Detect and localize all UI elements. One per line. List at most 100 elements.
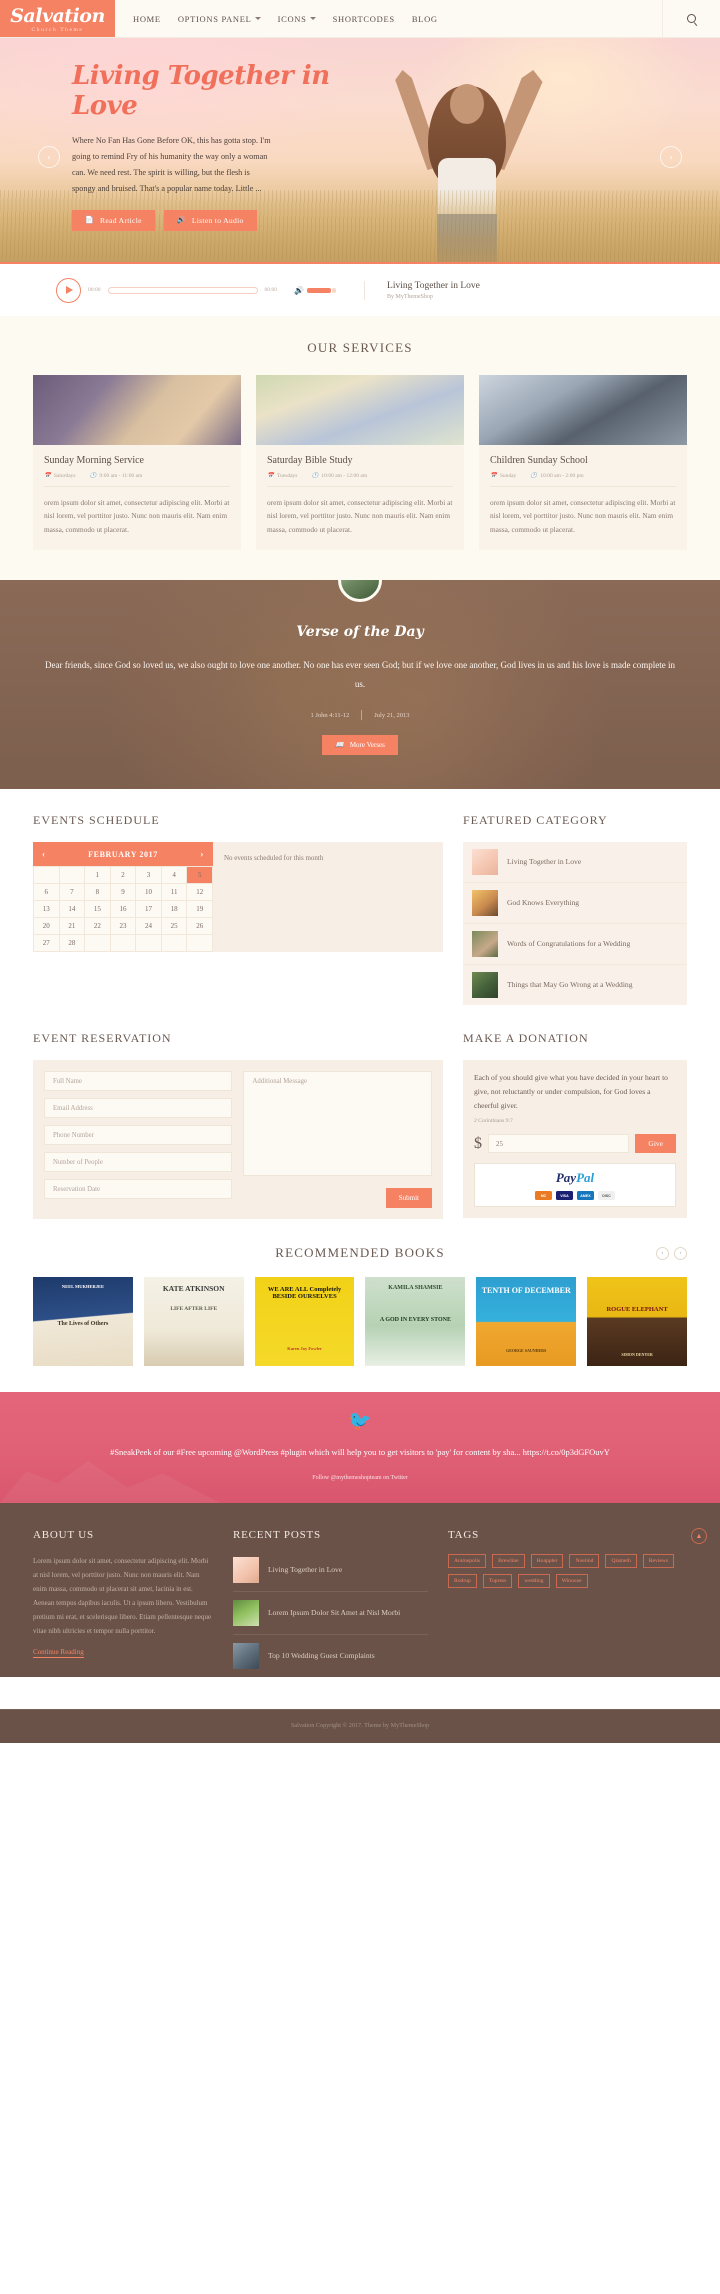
list-item[interactable]: Things that May Go Wrong at a Wedding xyxy=(463,965,687,1005)
calendar-day-cell[interactable]: 10 xyxy=(135,883,162,902)
calendar-day-cell[interactable]: 14 xyxy=(58,900,86,919)
tag-item[interactable]: wedding xyxy=(518,1573,550,1588)
calendar-day-cell[interactable]: 11 xyxy=(160,883,188,902)
calendar-day-cell[interactable]: 25 xyxy=(160,917,188,936)
calendar-day-cell[interactable]: 15 xyxy=(84,900,111,919)
list-item[interactable]: Living Together in Love xyxy=(233,1549,428,1592)
calendar-day-cell[interactable]: 18 xyxy=(160,900,188,919)
service-image xyxy=(479,375,687,445)
site-logo[interactable]: Salvation Church Theme xyxy=(0,0,115,37)
book-author: KAMILA SHAMSIE xyxy=(388,1285,443,1292)
email-field[interactable]: Email Address xyxy=(44,1098,233,1119)
list-item[interactable]: Living Together in Love xyxy=(462,842,687,884)
calendar-day-cell[interactable]: 7 xyxy=(58,883,86,902)
calendar-day-cell[interactable]: 28 xyxy=(58,934,86,953)
calendar-day-cell[interactable]: 20 xyxy=(33,917,60,936)
calendar-day-cell[interactable]: 12 xyxy=(186,883,213,902)
nav-item-blog[interactable]: BLOG xyxy=(412,14,438,24)
volume-slider[interactable] xyxy=(307,287,332,293)
reservation-date-field[interactable]: Reservation Date xyxy=(44,1179,233,1200)
tag-item[interactable]: Rodrup xyxy=(448,1573,477,1588)
calendar-day-cell[interactable]: 8 xyxy=(84,883,111,902)
book-cover[interactable]: The Lives of Others NEEL MUKHERJEE xyxy=(33,1277,133,1367)
hero-prev-button[interactable]: ‹ xyxy=(38,146,60,168)
additional-message-field[interactable]: Additional Message xyxy=(243,1071,432,1177)
number-of-people-field[interactable]: Number of People xyxy=(44,1152,233,1173)
hero-next-button[interactable]: › xyxy=(660,146,682,168)
books-prev-button[interactable]: ‹ xyxy=(656,1246,669,1260)
books-next-button[interactable]: › xyxy=(674,1246,687,1260)
hero-slider: ‹ › Living Together in Love Where No Fan… xyxy=(0,38,720,262)
more-verses-button[interactable]: 📖 More Verses xyxy=(322,735,398,756)
tag-item[interactable]: Animepolis xyxy=(448,1553,487,1568)
listen-audio-button[interactable]: 🔊 Listen to Audio xyxy=(163,209,257,231)
calendar-day-cell[interactable]: 22 xyxy=(84,917,111,936)
submit-button[interactable]: Submit xyxy=(385,1188,432,1209)
service-card[interactable]: Sunday Morning Service 📅 Saturdays 🕐 9:00 … xyxy=(33,375,241,551)
calendar-empty-cell xyxy=(109,934,137,953)
calendar-day-cell[interactable]: 23 xyxy=(109,917,137,936)
tag-item[interactable]: Noelind xyxy=(569,1553,600,1568)
twitter-follow-link[interactable]: Follow @mythemeshopteam on Twitter xyxy=(0,1475,720,1481)
calendar-next-button[interactable]: › xyxy=(200,849,204,859)
phone-field[interactable]: Phone Number xyxy=(44,1125,233,1146)
scroll-to-top-button[interactable]: ▲ xyxy=(691,1527,707,1544)
donation-amount-input[interactable]: 25 xyxy=(487,1134,630,1154)
calendar-day-cell[interactable]: 17 xyxy=(135,900,162,919)
book-cover[interactable]: TENTH OF DECEMBER GEORGE SAUNDERS xyxy=(476,1277,577,1367)
nav-item-options-panel[interactable]: OPTIONS PANEL xyxy=(178,14,261,24)
calendar-day-cell[interactable]: 1 xyxy=(84,866,111,885)
list-item[interactable]: Words of Congratulations for a Wedding xyxy=(462,924,687,966)
book-cover[interactable]: KATE ATKINSON LIFE AFTER LIFE xyxy=(143,1277,244,1367)
tag-item[interactable]: Reviews xyxy=(642,1553,675,1568)
list-item[interactable]: God Knows Everything xyxy=(462,883,687,925)
read-article-button[interactable]: 📄 Read Article xyxy=(72,209,155,231)
list-item[interactable]: Lorem Ipsum Dolor Sit Amet at Nisl Morbi xyxy=(233,1592,428,1635)
calendar-day-cell[interactable]: 26 xyxy=(186,917,213,936)
continue-reading-link[interactable]: Continue Reading xyxy=(33,1648,84,1658)
calendar-prev-button[interactable]: ‹ xyxy=(42,849,46,859)
tag-item[interactable]: Qiameth xyxy=(605,1553,637,1568)
book-title: A GOD IN EVERY STONE xyxy=(379,1317,451,1324)
calendar-day-cell[interactable]: 13 xyxy=(33,900,60,919)
nav-item-shortcodes[interactable]: SHORTCODES xyxy=(333,14,395,24)
tag-item[interactable]: Hoappler xyxy=(530,1553,564,1568)
tag-item[interactable]: Tupress xyxy=(482,1573,513,1588)
audio-progress-track[interactable] xyxy=(107,286,258,294)
tag-item[interactable]: Winooze xyxy=(555,1573,588,1588)
nav-item-home[interactable]: HOME xyxy=(133,14,161,24)
calendar-day-cell[interactable]: 5 xyxy=(186,866,213,885)
service-card[interactable]: Saturday Bible Study 📅 Tuesdays 🕐 10:00 am… xyxy=(256,375,464,551)
service-card[interactable]: Children Sunday School 📅 Sunday 🕐 10:00 am… xyxy=(479,375,687,551)
tag-item[interactable]: Brewline xyxy=(492,1553,525,1568)
calendar-day-cell[interactable]: 3 xyxy=(135,866,162,885)
list-item[interactable]: Top 10 Wedding Guest Complaints xyxy=(233,1635,428,1677)
volume-icon[interactable]: 🔊 xyxy=(294,286,304,295)
events-empty-message: No events scheduled for this month xyxy=(224,854,324,863)
give-button[interactable]: Give xyxy=(635,1134,676,1154)
calendar-day-cell[interactable]: 6 xyxy=(33,883,60,902)
visa-icon: VISA xyxy=(555,1191,573,1201)
calendar-day-cell[interactable]: 24 xyxy=(135,917,162,936)
calendar-day-cell[interactable]: 21 xyxy=(58,917,86,936)
calendar-day-cell[interactable]: 2 xyxy=(109,866,137,885)
chevron-down-icon xyxy=(309,17,316,20)
book-cover[interactable]: ROGUE ELEPHANT SIMON DENYER xyxy=(587,1277,687,1367)
book-cover[interactable]: WE ARE ALL Completely BESIDE OURSELVES Ka… xyxy=(254,1277,355,1367)
event-reservation-block: EVENT RESERVATION Full Name Email Addres… xyxy=(33,1031,443,1220)
nav-item-icons[interactable]: ICONS xyxy=(278,14,316,24)
book-cover[interactable]: KAMILA SHAMSIE A GOD IN EVERY STONE xyxy=(365,1277,466,1367)
play-button[interactable] xyxy=(56,277,81,303)
paypal-badge[interactable]: PayPal MC VISA AMEX DISC xyxy=(473,1163,676,1208)
calendar-day-cell[interactable]: 4 xyxy=(160,866,188,885)
main-nav: HOME OPTIONS PANEL ICONS SHORTCODES BLOG xyxy=(115,0,662,37)
calendar-day-cell[interactable]: 16 xyxy=(109,900,137,919)
full-name-field[interactable]: Full Name xyxy=(44,1071,233,1092)
calendar-day-cell[interactable]: 19 xyxy=(186,900,213,919)
calendar-week-row: 6 7 8 9 10 11 12 xyxy=(33,883,213,902)
calendar-day-cell[interactable]: 9 xyxy=(109,883,137,902)
featured-category-list: Living Together in Love God Knows Everyt… xyxy=(462,842,687,1006)
search-button[interactable] xyxy=(662,0,720,37)
service-time: 🕐 9:00 am - 11:00 am xyxy=(89,473,143,479)
calendar-day-cell[interactable]: 27 xyxy=(33,934,60,953)
